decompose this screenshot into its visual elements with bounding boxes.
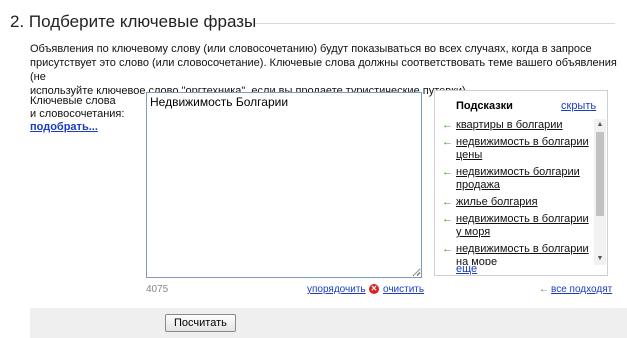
keywords-textarea[interactable] bbox=[146, 92, 422, 278]
hint-item[interactable]: ← жилье болгария bbox=[435, 196, 595, 209]
arrow-left-icon[interactable]: ← bbox=[442, 119, 453, 132]
hint-text[interactable]: квартиры в болгарии bbox=[456, 119, 595, 132]
hint-text[interactable]: недвижимость в болгарии bbox=[456, 213, 595, 226]
calculate-button[interactable]: Посчитать bbox=[165, 314, 236, 332]
hint-item[interactable]: ← квартиры в болгарии bbox=[435, 119, 595, 132]
hints-title: Подсказки bbox=[456, 100, 513, 112]
sort-link[interactable]: упорядочить bbox=[307, 284, 366, 295]
clear-x-icon[interactable]: ✕ bbox=[369, 284, 379, 294]
bottom-action-bar: Посчитать bbox=[30, 308, 627, 338]
hide-hints-link[interactable]: скрыть bbox=[561, 100, 596, 112]
keywords-label: Ключевые слова и словосочетания: подобра… bbox=[30, 95, 140, 134]
hint-text[interactable]: продажа bbox=[456, 179, 595, 192]
char-counter: 4075 bbox=[146, 284, 169, 295]
scroll-thumb[interactable] bbox=[596, 132, 604, 216]
title-divider bbox=[255, 23, 615, 24]
scroll-down-icon[interactable]: ▼ bbox=[594, 253, 606, 265]
hint-text[interactable]: цены bbox=[456, 149, 595, 162]
arrow-left-icon[interactable]: ← bbox=[442, 213, 453, 226]
more-hints-link[interactable]: еще bbox=[456, 263, 477, 275]
arrow-left-icon[interactable]: ← bbox=[442, 166, 453, 179]
hints-list: ← квартиры в болгарии ← недвижимость в болг… bbox=[435, 119, 595, 265]
clear-link[interactable]: очистить bbox=[383, 284, 424, 295]
keywords-label-line-1: Ключевые слова bbox=[30, 95, 116, 107]
hints-scrollbar[interactable]: ▲ ▼ bbox=[594, 119, 606, 265]
hint-text[interactable]: жилье болгария bbox=[456, 196, 595, 209]
arrow-left-icon[interactable]: ← bbox=[442, 243, 453, 256]
arrow-left-icon: ← bbox=[539, 284, 549, 295]
arrow-left-icon[interactable]: ← bbox=[442, 136, 453, 149]
hint-item[interactable]: ← недвижимость в болгарии у моря bbox=[435, 213, 595, 239]
scroll-up-icon[interactable]: ▲ bbox=[594, 119, 606, 131]
hint-text[interactable]: у моря bbox=[456, 226, 595, 239]
arrow-left-icon[interactable]: ← bbox=[442, 196, 453, 209]
section-title: 2. Подберите ключевые фразы bbox=[10, 12, 257, 31]
hint-text[interactable]: недвижимость в болгарии bbox=[456, 136, 595, 149]
hints-panel: Подсказки скрыть ← квартиры в болгарии ← не… bbox=[434, 90, 608, 276]
hint-item[interactable]: ← недвижимость в болгарии цены bbox=[435, 136, 595, 162]
keywords-label-line-2: и словосочетания: bbox=[30, 108, 125, 120]
hint-item[interactable]: ← недвижимость в болгарии на море bbox=[435, 243, 595, 265]
all-fit-link[interactable]: все подходят bbox=[551, 284, 612, 295]
description-line-2: присутствует это слово (или словосочетан… bbox=[30, 57, 617, 83]
hint-text[interactable]: недвижимость в болгарии bbox=[456, 243, 595, 256]
hint-item[interactable]: ← недвижимость болгарии продажа bbox=[435, 166, 595, 192]
description-line-1: Объявления по ключевому слову (или слово… bbox=[30, 43, 592, 55]
hint-text[interactable]: недвижимость болгарии bbox=[456, 166, 595, 179]
pick-keywords-link[interactable]: подобрать... bbox=[30, 121, 140, 134]
